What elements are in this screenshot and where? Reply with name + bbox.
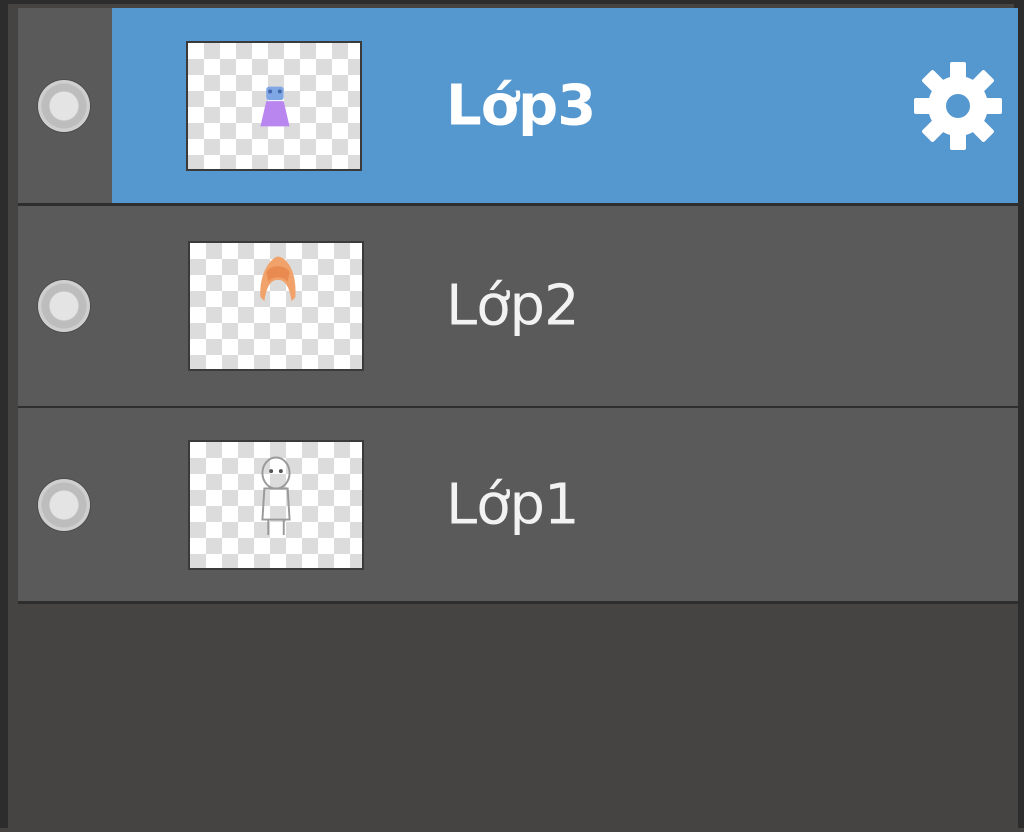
layer-row-3[interactable]: Lớp3 bbox=[18, 8, 1018, 206]
layer-thumbnail[interactable] bbox=[186, 40, 362, 171]
layer-name: Lớp1 bbox=[446, 472, 580, 537]
layers-panel: Lớp3 Lớp2 Lớp1 bbox=[0, 0, 1024, 832]
layer-name: Lớp2 bbox=[446, 273, 580, 339]
layer-row-2[interactable]: Lớp2 bbox=[18, 206, 1018, 409]
empty-layer-area bbox=[18, 604, 1018, 832]
visibility-toggle-icon[interactable] bbox=[38, 280, 90, 332]
body-sketch-sprite-icon bbox=[261, 456, 291, 535]
dress-sprite-icon bbox=[260, 86, 290, 126]
hair-sprite-icon bbox=[260, 256, 296, 302]
layer-row-1[interactable]: Lớp1 bbox=[18, 408, 1018, 604]
layer-thumbnail[interactable] bbox=[188, 439, 364, 570]
gear-icon[interactable] bbox=[910, 58, 1006, 154]
layer-name: Lớp3 bbox=[446, 73, 596, 138]
visibility-toggle-icon[interactable] bbox=[38, 478, 90, 531]
visibility-toggle-icon[interactable] bbox=[38, 79, 90, 132]
layer-thumbnail[interactable] bbox=[188, 241, 364, 371]
